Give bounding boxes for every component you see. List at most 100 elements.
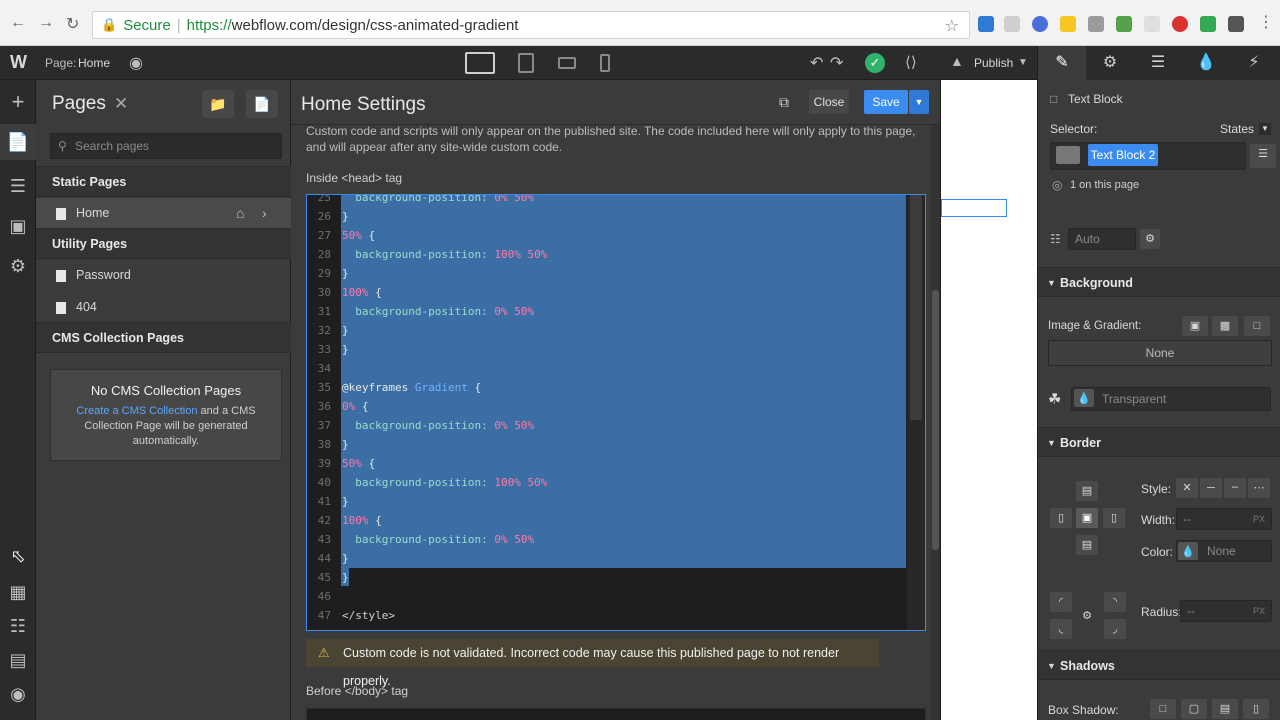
shield-extension-icon[interactable] [1088, 16, 1104, 32]
xray-icon[interactable]: ▦ [0, 578, 36, 606]
tab-navigator-icon[interactable]: ☰ [1134, 46, 1182, 80]
radius-all-icon[interactable]: ⚙ [1076, 606, 1098, 626]
code-line[interactable]: 37 background-position: 0% 50% [307, 416, 907, 435]
border-style-none-icon[interactable]: ✕ [1176, 478, 1198, 498]
code-line[interactable]: 40 background-position: 100% 50% [307, 473, 907, 492]
code-line[interactable]: 26} [307, 207, 907, 226]
address-bar[interactable]: 🔒 Secure | https:// webflow.com/design/c… [92, 11, 970, 39]
border-radius-input[interactable]: -- PX [1180, 600, 1272, 622]
code-line[interactable]: 36 0% { [307, 397, 907, 416]
background-color-field[interactable]: Transparent [1071, 387, 1271, 411]
drive-extension-icon[interactable] [1200, 16, 1216, 32]
search-pages-input[interactable]: ⚲ Search pages [50, 133, 282, 159]
page-item-home[interactable]: Home ⌂ › [36, 198, 291, 229]
preview-eye-icon[interactable]: ◉ [129, 53, 143, 73]
tab-settings-gear-icon[interactable]: ⚙ [1086, 46, 1134, 80]
tab-style-manager-icon[interactable]: 💧 [1182, 46, 1230, 80]
desktop-view-icon[interactable] [465, 52, 495, 74]
tab-interactions-icon[interactable]: ⚡ [1230, 46, 1278, 80]
grid-icon[interactable]: ☷ [0, 612, 36, 640]
code-line[interactable]: 47 </style> [307, 606, 907, 625]
moon-extension-icon[interactable] [1032, 16, 1048, 32]
shadow-drop-icon[interactable]: ▤ [1212, 699, 1238, 719]
background-section-header[interactable]: ▼ Background [1038, 267, 1280, 297]
layout-icon[interactable]: ▤ [0, 646, 36, 674]
add-folder-button[interactable]: 📁 [202, 90, 234, 118]
border-left-icon[interactable]: ▯ [1050, 508, 1072, 528]
save-dropdown-icon[interactable]: ▼ [909, 90, 929, 114]
current-page-name[interactable]: Home [78, 56, 110, 70]
code-line[interactable]: 43 background-position: 0% 50% [307, 530, 907, 549]
image-none-field[interactable]: None [1048, 340, 1272, 366]
radius-top-left-icon[interactable]: ◜ [1050, 592, 1072, 612]
forward-arrow-icon[interactable]: → [38, 14, 54, 32]
redo-icon[interactable]: ↷ [830, 53, 843, 73]
shadow-inner-icon[interactable]: ▢ [1181, 699, 1207, 719]
notes-extension-icon[interactable] [1060, 16, 1076, 32]
border-top-icon[interactable]: ▤ [1076, 481, 1098, 501]
browser-menu-icon[interactable]: ⋮ [1258, 12, 1274, 32]
border-width-input[interactable]: -- PX [1176, 508, 1272, 530]
code-line[interactable]: 25 background-position: 0% 50% [307, 195, 907, 207]
select-tool-icon[interactable]: ⬁ [0, 542, 36, 570]
tab-style-brush-icon[interactable]: ✎ [1038, 46, 1086, 80]
page-extension-icon[interactable] [1144, 16, 1160, 32]
settings-gear-icon[interactable]: ⚙ [0, 250, 36, 282]
opera-extension-icon[interactable] [1172, 16, 1188, 32]
design-canvas[interactable] [941, 80, 1037, 720]
linear-gradient-icon[interactable]: ▩ [1212, 316, 1238, 336]
code-line[interactable]: 46 [307, 587, 907, 606]
copy-icon[interactable]: ⧉ [774, 90, 794, 114]
states-chevron-icon[interactable]: ▼ [1259, 123, 1271, 135]
code-line[interactable]: 38} [307, 435, 907, 454]
close-pages-icon[interactable]: ✕ [114, 94, 128, 114]
auto-settings-gear-icon[interactable]: ⚙ [1140, 229, 1160, 249]
code-line[interactable]: 41} [307, 492, 907, 511]
code-line[interactable]: 29} [307, 264, 907, 283]
radius-top-right-icon[interactable]: ◝ [1104, 592, 1126, 612]
back-arrow-icon[interactable]: ← [10, 14, 26, 32]
reload-icon[interactable]: ↻ [66, 14, 79, 34]
shadows-section-header[interactable]: ▼ Shadows [1038, 650, 1280, 680]
border-style-solid-icon[interactable]: ─ [1200, 478, 1222, 498]
save-button[interactable]: Save [864, 90, 908, 114]
create-cms-collection-link[interactable]: Create a CMS Collection [76, 405, 197, 417]
color-swatch-icon[interactable]: 💧 [1074, 389, 1094, 407]
add-element-icon[interactable]: + [0, 88, 36, 116]
undo-icon[interactable]: ↶ [810, 53, 823, 73]
cloud-extension-icon[interactable] [1004, 16, 1020, 32]
selector-menu-icon[interactable]: ☰ [1250, 144, 1276, 168]
border-right-icon[interactable]: ▯ [1103, 508, 1125, 528]
code-line[interactable]: 31 background-position: 0% 50% [307, 302, 907, 321]
page-item-404[interactable]: 404 [36, 292, 291, 323]
tablet-view-icon[interactable] [518, 53, 534, 73]
webflow-extension-icon[interactable] [978, 16, 994, 32]
border-style-dotted-icon[interactable]: ⋯ [1248, 478, 1270, 498]
auto-field[interactable]: Auto [1068, 228, 1136, 250]
publish-button[interactable]: Publish [974, 56, 1013, 70]
border-bottom-icon[interactable]: ▤ [1076, 535, 1098, 555]
code-line[interactable]: 45} [307, 568, 907, 587]
pages-icon[interactable]: 📄 [0, 124, 36, 160]
selected-element-outline[interactable] [941, 199, 1007, 217]
close-button[interactable]: Close [809, 90, 849, 114]
code-line[interactable]: 35 @keyframes Gradient { [307, 378, 907, 397]
radius-bottom-left-icon[interactable]: ◟ [1050, 619, 1072, 639]
bookmark-star-icon[interactable]: ☆ [945, 16, 959, 36]
radius-bottom-right-icon[interactable]: ◞ [1104, 619, 1126, 639]
settings-scrollbar-thumb[interactable] [932, 290, 939, 550]
border-style-dashed-icon[interactable]: ┄ [1224, 478, 1246, 498]
editor-scrollbar-thumb[interactable] [910, 195, 922, 420]
border-color-swatch-icon[interactable]: 💧 [1178, 542, 1198, 560]
chevron-right-icon[interactable]: › [262, 198, 267, 229]
selector-chip[interactable]: Text Block 2 [1088, 144, 1158, 166]
states-dropdown[interactable]: States [1220, 122, 1254, 136]
publish-chevron-icon[interactable]: ▼ [1018, 57, 1028, 68]
add-page-button[interactable]: 📄 [246, 90, 278, 118]
image-add-icon[interactable]: ▣ [1182, 316, 1208, 336]
body-code-editor[interactable] [306, 708, 926, 720]
code-line[interactable]: 32} [307, 321, 907, 340]
code-line[interactable]: 44} [307, 549, 907, 568]
puzzle-extension-icon[interactable] [1116, 16, 1132, 32]
cms-database-icon[interactable]: ☰ [0, 170, 36, 202]
